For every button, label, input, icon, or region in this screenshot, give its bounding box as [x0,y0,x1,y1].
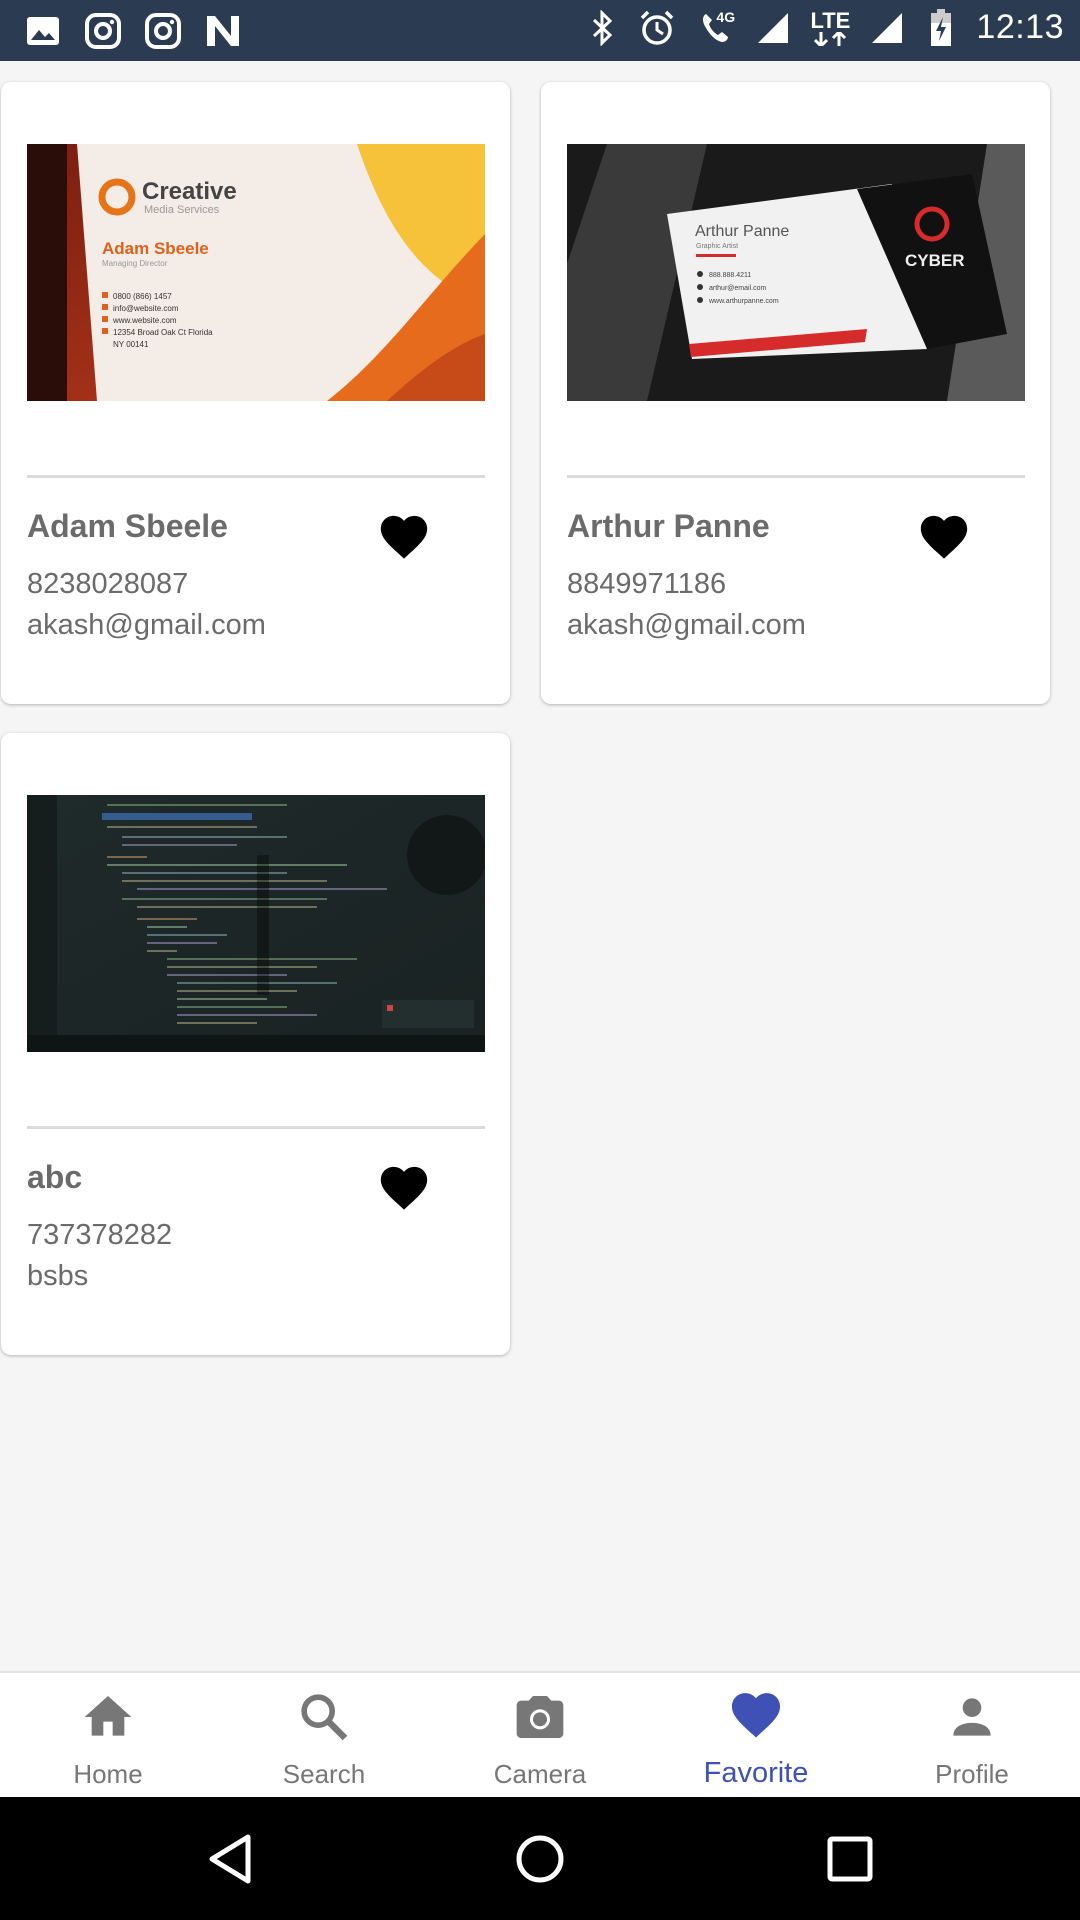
card-divider [27,1126,485,1129]
contact-phone: 737378282 [27,1219,173,1251]
business-card-photo[interactable]: CYBER Arthur Panne Graphic Artist 888.88… [567,144,1025,401]
contact-phone: 8849971186 [567,568,727,600]
photo-line: 888.888.4211 [709,272,751,279]
heart-icon [731,1693,781,1738]
alarm-icon [638,9,676,47]
image-icon [24,12,62,50]
back-icon[interactable] [204,1831,260,1887]
photo-line: www.website.com [112,316,177,325]
photo-person: Adam Sbeele [102,239,209,258]
contact-name: Adam Sbeele [27,508,228,544]
recents-icon[interactable] [822,1831,878,1887]
photo-role: Managing Director [102,259,168,268]
contact-email: akash@gmail.com [567,609,806,641]
lte-icon: LTE [808,9,852,47]
favorite-heart-icon[interactable] [377,510,431,560]
nav-item-home[interactable]: Home [0,1673,216,1799]
business-card-photo[interactable]: Creative Media Services Adam Sbeele Mana… [27,144,485,401]
system-icons: 4G LTE 12:13 [584,8,1064,47]
nav-label: Favorite [703,1757,809,1789]
photo-line: info@website.com [113,304,179,313]
photo-brand: CYBER [905,251,965,270]
contact-card[interactable]: CYBER Arthur Panne Graphic Artist 888.88… [541,82,1050,704]
photo-line: www.arthurpanne.com [708,298,779,305]
person-icon [953,1698,991,1736]
photo-line: NY 00141 [113,340,149,349]
contact-card[interactable]: abc 737378282 bsbs [1,733,510,1355]
instagram-icon [144,12,182,50]
nav-label: Search [282,1759,366,1789]
nav-item-favorite[interactable]: Favorite [648,1673,864,1799]
bluetooth-icon [584,9,622,47]
photo-role: Graphic Artist [696,243,738,250]
home-button-icon[interactable] [512,1831,568,1887]
clock: 12:13 [976,8,1064,46]
call-4g-label: 4G [716,8,736,25]
photo-line: 0800 (866) 1457 [113,292,172,301]
nav-label: Profile [935,1759,1009,1789]
signal-icon [868,9,906,47]
nav-label: Home [73,1759,143,1789]
contact-name: abc [27,1159,83,1195]
battery-charging-icon [922,8,960,47]
contact-card[interactable]: Creative Media Services Adam Sbeele Mana… [1,82,510,704]
camera-icon [516,1696,564,1738]
nav-item-search[interactable]: Search [216,1673,432,1799]
contact-name: Arthur Panne [567,508,770,544]
status-bar: 4G LTE 12:13 [0,0,1080,61]
favorite-heart-icon[interactable] [377,1161,431,1211]
bottom-navigation: Home Search Camera Favorite Profile [0,1671,1080,1799]
photo-brand-sub: Media Services [144,204,220,216]
contact-phone: 8238028087 [27,568,189,600]
notification-icons [24,12,242,50]
lte-label: LTE [810,7,851,33]
code-screen-photo[interactable] [27,795,485,1052]
favorite-heart-icon[interactable] [917,510,971,560]
signal-icon [754,9,792,47]
nav-label: Camera [493,1759,587,1789]
photo-line: 12354 Broad Oak Ct Florida [113,328,213,337]
contact-email: akash@gmail.com [27,609,266,641]
nav-item-profile[interactable]: Profile [864,1673,1080,1799]
contact-email: bsbs [27,1260,89,1292]
system-navigation-bar [0,1797,1080,1920]
instagram-icon [84,12,122,50]
card-divider [567,475,1025,478]
search-icon [301,1694,348,1741]
n-app-icon [204,12,242,50]
photo-line: arthur@email.com [709,285,766,292]
photo-brand: Creative [142,178,237,205]
card-divider [27,475,485,478]
photo-person: Arthur Panne [695,223,789,240]
nav-item-camera[interactable]: Camera [432,1673,648,1799]
call-4g-icon: 4G [692,9,738,47]
home-icon [84,1696,132,1736]
